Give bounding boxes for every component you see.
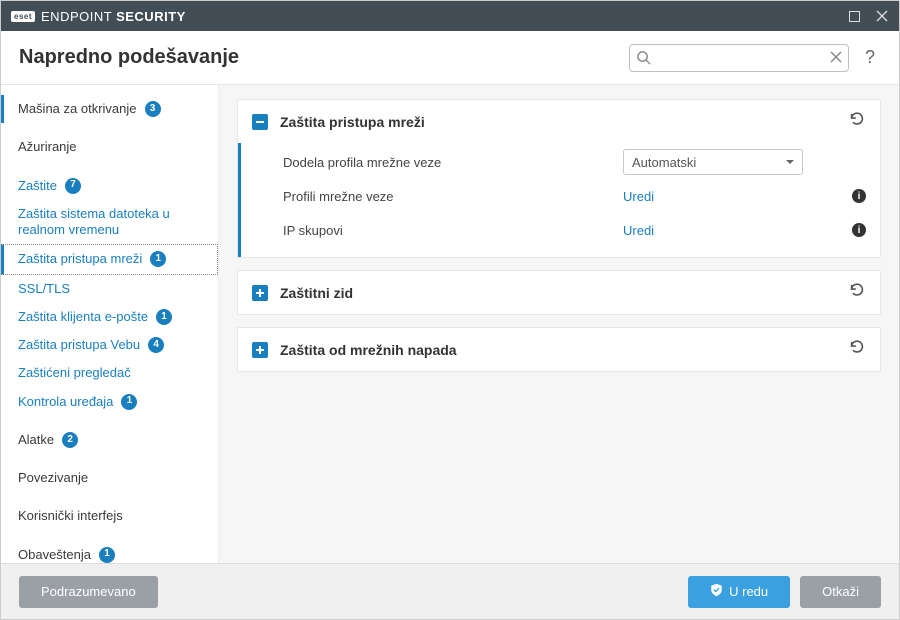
panel-title: Zaštitni zid (280, 285, 836, 301)
sidebar-item-notifications[interactable]: Obaveštenja 1 (1, 541, 218, 564)
row-profiles: Profili mrežne veze Uredi i (283, 179, 866, 213)
help-button[interactable]: ? (859, 47, 881, 68)
ok-button-label: U redu (729, 584, 768, 599)
sidebar-item-label: Zaštita pristupa mreži (18, 251, 142, 267)
panel-title: Zaštita pristupa mreži (280, 114, 836, 130)
header: Napredno podešavanje ? (1, 31, 899, 85)
shield-icon (710, 583, 723, 600)
sidebar-item-update[interactable]: Ažuriranje (1, 133, 218, 161)
undo-icon[interactable] (848, 281, 866, 304)
sidebar-item-label: Obaveštenja (18, 547, 91, 563)
content: Zaštita pristupa mreži Dodela profila mr… (219, 85, 899, 563)
panel-title: Zaštita od mrežnih napada (280, 342, 836, 358)
sidebar-item-label: Korisnički interfejs (18, 508, 123, 524)
row-label: Dodela profila mrežne veze (283, 155, 623, 170)
sidebar-badge: 7 (65, 178, 81, 194)
cancel-button[interactable]: Otkaži (800, 576, 881, 608)
panel-attack-protection: Zaštita od mrežnih napada (237, 327, 881, 372)
sidebar-item-label: Zaštita pristupa Vebu (18, 337, 140, 353)
sidebar-item-ui[interactable]: Korisnički interfejs (1, 502, 218, 530)
sidebar-item-label: Zaštita sistema datoteka u realnom vreme… (18, 206, 204, 239)
row-label: IP skupovi (283, 223, 623, 238)
undo-icon[interactable] (848, 338, 866, 361)
expand-icon[interactable] (252, 285, 268, 301)
sidebar-item-label: Mašina za otkrivanje (18, 101, 137, 117)
panel-body: Dodela profila mrežne veze Automatski Pr… (238, 143, 880, 257)
sidebar-badge: 1 (156, 309, 172, 325)
row-label: Profili mrežne veze (283, 189, 623, 204)
search-wrap (629, 44, 849, 72)
collapse-icon[interactable] (252, 114, 268, 130)
sidebar-item-connection[interactable]: Povezivanje (1, 464, 218, 492)
body: Mašina za otkrivanje 3 Ažuriranje Zaštit… (1, 85, 899, 563)
row-control: Uredi i (623, 189, 866, 204)
sidebar-item-label: SSL/TLS (18, 281, 70, 297)
search-input[interactable] (629, 44, 849, 72)
window-controls (847, 9, 889, 23)
sidebar-item-ssl-tls[interactable]: SSL/TLS (1, 275, 218, 303)
sidebar: Mašina za otkrivanje 3 Ažuriranje Zaštit… (1, 85, 219, 563)
app-window: eset ENDPOINT SECURITY Napredno podešava… (0, 0, 900, 620)
panel-header[interactable]: Zaštita pristupa mreži (238, 100, 880, 143)
sidebar-item-email-client[interactable]: Zaštita klijenta e-pošte 1 (1, 303, 218, 331)
sidebar-item-device-control[interactable]: Kontrola uređaja 1 (1, 388, 218, 416)
sidebar-item-network-access[interactable]: Zaštita pristupa mreži 1 (1, 244, 218, 274)
titlebar: eset ENDPOINT SECURITY (1, 1, 899, 31)
sidebar-badge: 1 (150, 251, 166, 267)
info-icon[interactable]: i (852, 223, 866, 237)
brand-badge: eset (11, 11, 35, 22)
sidebar-badge: 3 (145, 101, 161, 117)
edit-ipsets-link[interactable]: Uredi (623, 223, 654, 238)
sidebar-item-label: Zaštita klijenta e-pošte (18, 309, 148, 325)
clear-search-icon[interactable] (830, 50, 842, 68)
sidebar-item-tools[interactable]: Alatke 2 (1, 426, 218, 454)
sidebar-badge: 1 (99, 547, 115, 563)
sidebar-badge: 2 (62, 432, 78, 448)
profile-assign-select[interactable]: Automatski (623, 149, 803, 175)
close-button[interactable] (875, 9, 889, 23)
ok-button[interactable]: U redu (688, 576, 790, 608)
row-profile-assign: Dodela profila mrežne veze Automatski (283, 145, 866, 179)
expand-icon[interactable] (252, 342, 268, 358)
sidebar-badge: 1 (121, 394, 137, 410)
sidebar-badge: 4 (148, 337, 164, 353)
panel-header[interactable]: Zaštitni zid (238, 271, 880, 314)
sidebar-item-protections[interactable]: Zaštite 7 (1, 172, 218, 200)
brand-text: ENDPOINT SECURITY (41, 9, 186, 24)
info-icon[interactable]: i (852, 189, 866, 203)
sidebar-item-realtime-fs[interactable]: Zaštita sistema datoteka u realnom vreme… (1, 200, 218, 245)
row-ip-sets: IP skupovi Uredi i (283, 213, 866, 247)
sidebar-item-label: Alatke (18, 432, 54, 448)
sidebar-item-label: Kontrola uređaja (18, 394, 113, 410)
panel-header[interactable]: Zaštita od mrežnih napada (238, 328, 880, 371)
page-title: Napredno podešavanje (19, 46, 629, 69)
edit-profiles-link[interactable]: Uredi (623, 189, 654, 204)
sidebar-item-secure-browser[interactable]: Zaštićeni pregledač (1, 359, 218, 387)
brand-text-bold: SECURITY (116, 9, 186, 24)
sidebar-item-label: Povezivanje (18, 470, 88, 486)
panel-firewall: Zaštitni zid (237, 270, 881, 315)
sidebar-item-detection-engine[interactable]: Mašina za otkrivanje 3 (1, 95, 218, 123)
sidebar-item-label: Ažuriranje (18, 139, 77, 155)
maximize-button[interactable] (847, 9, 861, 23)
brand: eset ENDPOINT SECURITY (11, 9, 186, 24)
default-button[interactable]: Podrazumevano (19, 576, 158, 608)
panel-network-access: Zaštita pristupa mreži Dodela profila mr… (237, 99, 881, 258)
undo-icon[interactable] (848, 110, 866, 133)
brand-text-light: ENDPOINT (41, 9, 116, 24)
footer: Podrazumevano U redu Otkaži (1, 563, 899, 619)
search-icon (636, 50, 651, 70)
row-control: Uredi i (623, 223, 866, 238)
row-control: Automatski (623, 149, 866, 175)
sidebar-item-label: Zaštite (18, 178, 57, 194)
select-value: Automatski (632, 155, 696, 170)
sidebar-item-label: Zaštićeni pregledač (18, 365, 131, 381)
sidebar-item-web-access[interactable]: Zaštita pristupa Vebu 4 (1, 331, 218, 359)
